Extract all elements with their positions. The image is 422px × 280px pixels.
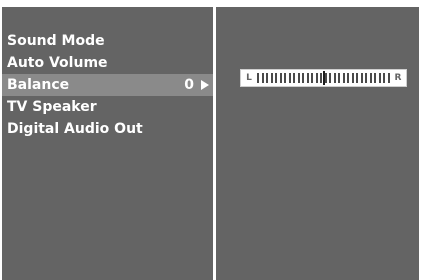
- menu-panel: Sound Mode Auto Volume Balance 0 TV Spea…: [2, 7, 213, 280]
- balance-tick: [262, 73, 264, 83]
- balance-scale: [257, 71, 390, 85]
- balance-right-label: R: [392, 72, 404, 84]
- balance-tick: [316, 73, 318, 83]
- menu-item-label: Digital Audio Out: [7, 121, 143, 137]
- balance-tick: [356, 73, 358, 83]
- balance-tick: [325, 73, 327, 83]
- balance-tick: [365, 73, 367, 83]
- menu-item-label: TV Speaker: [7, 99, 97, 115]
- balance-tick: [257, 73, 259, 83]
- balance-value: 0: [184, 77, 194, 93]
- balance-tick: [289, 73, 291, 83]
- menu-item-balance[interactable]: Balance 0: [2, 74, 213, 96]
- menu-item-label: Balance: [7, 77, 70, 93]
- menu-item-label: Sound Mode: [7, 33, 105, 49]
- balance-tick: [383, 73, 385, 83]
- audio-menu: Sound Mode Auto Volume Balance 0 TV Spea…: [2, 30, 213, 140]
- menu-item-digital-audio-out[interactable]: Digital Audio Out: [2, 118, 213, 140]
- tv-osd-screen: Sound Mode Auto Volume Balance 0 TV Spea…: [0, 0, 422, 280]
- balance-tick: [266, 73, 268, 83]
- balance-tick: [280, 73, 282, 83]
- balance-tick: [298, 73, 300, 83]
- balance-tick: [334, 73, 336, 83]
- balance-tick: [320, 73, 322, 83]
- balance-tick: [352, 73, 354, 83]
- balance-tick: [302, 73, 304, 83]
- menu-item-label: Auto Volume: [7, 55, 108, 71]
- balance-indicator: [323, 71, 325, 85]
- balance-tick: [374, 73, 376, 83]
- menu-item-tv-speaker[interactable]: TV Speaker: [2, 96, 213, 118]
- balance-tick: [275, 73, 277, 83]
- menu-item-auto-volume[interactable]: Auto Volume: [2, 52, 213, 74]
- balance-tick: [307, 73, 309, 83]
- balance-tick: [284, 73, 286, 83]
- balance-tick: [379, 73, 381, 83]
- balance-tick: [388, 73, 390, 83]
- balance-left-label: L: [243, 72, 255, 84]
- balance-tick: [370, 73, 372, 83]
- balance-slider[interactable]: L R: [240, 69, 407, 87]
- balance-tick: [343, 73, 345, 83]
- balance-tick: [338, 73, 340, 83]
- balance-value-display: 0: [184, 74, 209, 96]
- balance-tick: [293, 73, 295, 83]
- balance-tick: [347, 73, 349, 83]
- balance-tick: [271, 73, 273, 83]
- menu-item-sound-mode[interactable]: Sound Mode: [2, 30, 213, 52]
- balance-tick: [329, 73, 331, 83]
- balance-tick: [311, 73, 313, 83]
- submenu-panel: L R: [216, 7, 419, 280]
- balance-tick: [361, 73, 363, 83]
- arrow-right-icon: [201, 80, 209, 90]
